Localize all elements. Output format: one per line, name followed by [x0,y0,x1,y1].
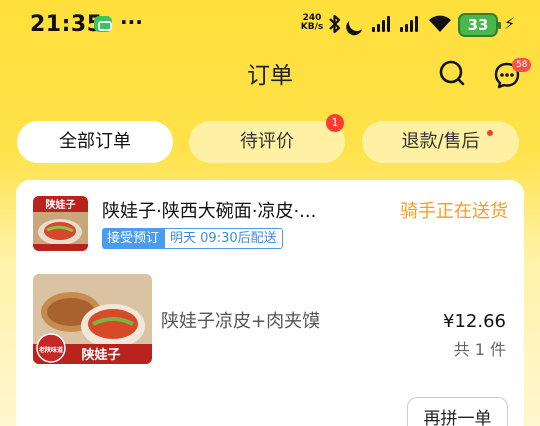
net-speed-unit: KB/s [300,22,324,32]
tab-refund[interactable]: 退款/售后 [362,121,519,163]
battery-icon: 33 [458,13,501,37]
item-price: ¥12.66 [443,311,506,332]
item-quantity: 共 1 件 [453,340,506,359]
review-badge: 1 [326,114,344,132]
order-status: 骑手正在送货 [400,201,508,222]
tab-all-orders[interactable]: 全部订单 [17,121,173,163]
chat-badge: 58 [512,58,532,72]
search-icon[interactable] [438,59,466,87]
delivery-time-tag: 明天 09:30后配送 [164,228,283,249]
preorder-tag: 接受预订 [102,228,165,249]
shop-logo[interactable]: 陕娃子 [33,196,88,251]
shop-logo-text: 陕娃子 [46,198,76,211]
charging-icon: ⚡ [504,14,516,33]
tab-label: 全部订单 [59,131,131,152]
tab-label: 退款/售后 [401,131,480,152]
signal-icon-2 [400,16,418,32]
delivery-tags: 接受预订 明天 09:30后配送 [102,228,283,249]
item-image[interactable]: 老陕味道 陕娃子 [33,274,152,364]
order-card[interactable]: 陕娃子 陕娃子·陕西大碗面·凉皮·... 骑手正在送货 接受预订 明天 09:3… [16,180,524,426]
item-img-badge: 老陕味道 [38,346,63,354]
item-name: 陕娃子凉皮+肉夹馍 [161,311,321,332]
status-bar: 21:35 ··· 240 KB/s 33 ⚡ [0,0,540,52]
net-speed: 240 KB/s [300,14,324,32]
wifi-icon [429,15,451,32]
bluetooth-icon [329,14,341,34]
moon-icon [347,13,368,34]
signal-icon [372,16,390,32]
item-img-text: 陕娃子 [81,347,120,363]
refund-dot [487,130,493,136]
tab-to-review[interactable]: 待评价 [189,121,345,163]
more-icon: ··· [120,10,143,34]
message-icon [94,16,112,32]
reorder-button[interactable]: 再拼一单 [407,397,508,426]
status-time: 21:35 [30,12,103,37]
order-tabs: 全部订单 待评价 1 退款/售后 [17,114,523,163]
tab-label: 待评价 [240,131,294,152]
shop-name[interactable]: 陕娃子·陕西大碗面·凉皮·... [102,197,372,223]
